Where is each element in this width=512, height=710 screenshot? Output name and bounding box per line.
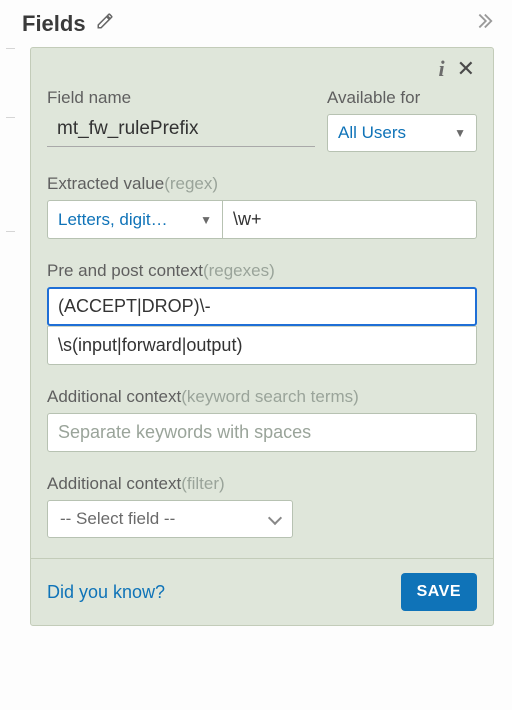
available-for-label: Available for bbox=[327, 88, 477, 108]
save-button[interactable]: SAVE bbox=[401, 573, 477, 611]
page-title: Fields bbox=[22, 11, 86, 37]
additional-keywords-input[interactable] bbox=[47, 413, 477, 452]
available-for-value: All Users bbox=[338, 123, 406, 143]
panel-header: Fields bbox=[0, 0, 512, 43]
pre-context-input[interactable] bbox=[47, 287, 477, 326]
additional-filter-label: Additional context(filter) bbox=[47, 474, 477, 494]
pre-post-context-label: Pre and post context(regexes) bbox=[47, 261, 477, 281]
info-icon[interactable]: i bbox=[438, 56, 444, 82]
caret-down-icon: ▼ bbox=[200, 213, 212, 227]
additional-keywords-label: Additional context(keyword search terms) bbox=[47, 387, 477, 407]
regex-preset-dropdown[interactable]: Letters, digit… ▼ bbox=[47, 200, 222, 239]
chevron-down-icon bbox=[268, 510, 282, 524]
help-link[interactable]: Did you know? bbox=[47, 582, 165, 603]
close-icon[interactable]: ✕ bbox=[457, 58, 475, 80]
extracted-value-label: Extracted value(regex) bbox=[47, 174, 477, 194]
field-name-input[interactable] bbox=[47, 114, 315, 147]
left-rail bbox=[6, 48, 16, 710]
additional-filter-dropdown[interactable]: -- Select field -- bbox=[47, 500, 293, 538]
field-name-label: Field name bbox=[47, 88, 315, 108]
post-context-input[interactable] bbox=[47, 326, 477, 365]
additional-filter-value: -- Select field -- bbox=[60, 509, 175, 529]
field-editor-panel: i ✕ Field name Available for All Users ▼… bbox=[30, 47, 494, 626]
extracted-regex-input[interactable] bbox=[222, 200, 477, 239]
panel-footer: Did you know? SAVE bbox=[31, 558, 493, 625]
edit-icon[interactable] bbox=[96, 12, 114, 35]
expand-icon[interactable] bbox=[472, 10, 494, 37]
regex-preset-value: Letters, digit… bbox=[58, 210, 168, 230]
caret-down-icon: ▼ bbox=[454, 126, 466, 140]
available-for-dropdown[interactable]: All Users ▼ bbox=[327, 114, 477, 152]
